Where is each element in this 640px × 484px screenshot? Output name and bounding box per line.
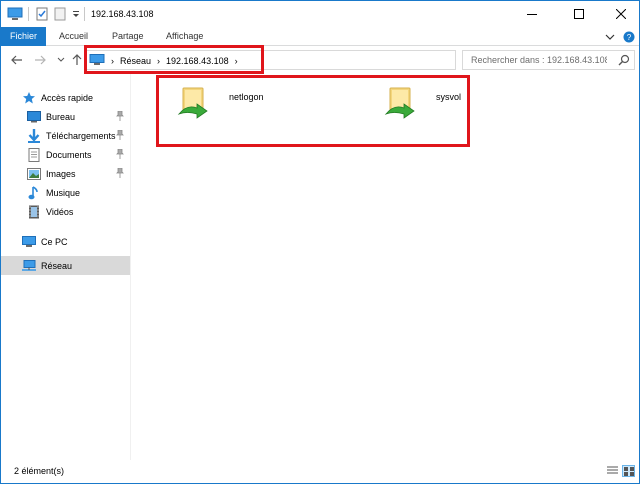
shared-folder-icon xyxy=(177,84,211,120)
new-folder-icon[interactable] xyxy=(53,7,67,21)
help-icon[interactable]: ? xyxy=(623,31,635,45)
download-icon xyxy=(26,128,42,143)
search-box[interactable]: Rechercher dans : 192.168.43.108 xyxy=(462,50,635,70)
star-icon xyxy=(21,91,37,105)
item-count: 2 élément(s) xyxy=(14,466,65,476)
search-input[interactable]: Rechercher dans : 192.168.43.108 xyxy=(471,55,607,65)
status-bar: 2 élément(s) xyxy=(1,460,639,483)
sidebar-item-reseau[interactable]: Réseau xyxy=(1,256,130,275)
breadcrumb-reseau[interactable]: Réseau xyxy=(120,56,151,66)
address-bar[interactable]: › Réseau › 192.168.43.108 › xyxy=(84,50,538,70)
up-arrow-icon[interactable] xyxy=(70,53,84,67)
sidebar-item-acces-rapide[interactable]: Accès rapide xyxy=(1,88,130,107)
large-icons-view-icon[interactable] xyxy=(622,465,635,477)
tab-fichier[interactable]: Fichier xyxy=(1,27,46,46)
desktop-icon xyxy=(26,110,42,124)
sidebar-item-label: Ce PC xyxy=(41,236,68,247)
file-list: netlogon sysvol xyxy=(132,74,639,460)
separator xyxy=(84,7,86,21)
video-icon xyxy=(26,205,42,219)
recent-locations-icon[interactable] xyxy=(54,53,68,67)
separator xyxy=(28,7,30,21)
window-title: 192.168.43.108 xyxy=(91,9,154,19)
explorer-window: 192.168.43.108 Fichier Accueil Partage A… xyxy=(0,0,640,484)
tab-partage[interactable]: Partage xyxy=(106,27,150,46)
tab-affichage[interactable]: Affichage xyxy=(160,27,209,46)
close-button[interactable] xyxy=(602,1,639,27)
breadcrumb-separator[interactable]: › xyxy=(157,56,160,66)
sidebar-item-label: Réseau xyxy=(41,260,73,271)
shared-folder-icon xyxy=(384,84,418,120)
sidebar-item-label: Documents xyxy=(46,149,92,160)
back-arrow-icon[interactable] xyxy=(10,53,24,67)
pin-icon[interactable] xyxy=(116,129,124,140)
breadcrumb-separator[interactable]: › xyxy=(111,56,114,66)
customize-toolbar-icon[interactable] xyxy=(71,7,81,21)
pin-icon[interactable] xyxy=(116,167,124,178)
sidebar-item-label: Bureau xyxy=(46,111,76,122)
file-name: netlogon xyxy=(229,92,264,102)
computer-icon[interactable] xyxy=(7,7,23,21)
sidebar-item-label: Accès rapide xyxy=(41,92,94,103)
sidebar-item-images[interactable]: Images xyxy=(1,164,130,183)
list-item-netlogon[interactable]: netlogon xyxy=(167,76,347,122)
chevron-down-icon[interactable] xyxy=(605,33,615,43)
sidebar-item-label: Images xyxy=(46,168,76,179)
maximize-button[interactable] xyxy=(556,1,602,27)
search-icon[interactable] xyxy=(618,54,630,66)
breadcrumb-separator[interactable]: › xyxy=(235,56,238,66)
documents-icon xyxy=(26,147,42,162)
svg-text:?: ? xyxy=(627,33,632,42)
title-bar: 192.168.43.108 xyxy=(1,1,639,27)
sidebar-item-videos[interactable]: Vidéos xyxy=(1,202,130,221)
breadcrumb-ip[interactable]: 192.168.43.108 xyxy=(166,56,229,66)
computer-icon xyxy=(21,235,37,249)
details-view-icon[interactable] xyxy=(606,465,619,477)
properties-icon[interactable] xyxy=(35,7,49,21)
pin-icon[interactable] xyxy=(116,148,124,159)
sidebar-item-label: Musique xyxy=(46,187,81,198)
ribbon-tabs: Fichier Accueil Partage Affichage ? xyxy=(1,27,639,46)
minimize-button[interactable] xyxy=(509,1,555,27)
pictures-icon xyxy=(26,167,42,181)
file-name: sysvol xyxy=(436,92,462,102)
tab-accueil[interactable]: Accueil xyxy=(53,27,94,46)
sidebar-item-documents[interactable]: Documents xyxy=(1,145,130,164)
network-icon xyxy=(21,259,37,273)
sidebar-item-telechargements[interactable]: Téléchargements xyxy=(1,126,130,145)
sidebar-item-label: Téléchargements xyxy=(46,130,116,141)
sidebar-item-musique[interactable]: Musique xyxy=(1,183,130,202)
breadcrumb: › Réseau › 192.168.43.108 › xyxy=(89,54,238,68)
list-item-sysvol[interactable]: sysvol xyxy=(374,76,554,122)
sidebar-item-bureau[interactable]: Bureau xyxy=(1,107,130,126)
music-icon xyxy=(26,185,42,200)
forward-arrow-icon[interactable] xyxy=(33,53,47,67)
sidebar-item-label: Vidéos xyxy=(46,206,74,217)
navigation-bar: › Réseau › 192.168.43.108 › Rechercher d… xyxy=(1,46,639,74)
pin-icon[interactable] xyxy=(116,110,124,121)
sidebar-item-ce-pc[interactable]: Ce PC xyxy=(1,232,130,251)
navigation-pane: Accès rapide Bureau Téléchargements Docu… xyxy=(1,74,131,460)
network-icon xyxy=(89,54,105,68)
